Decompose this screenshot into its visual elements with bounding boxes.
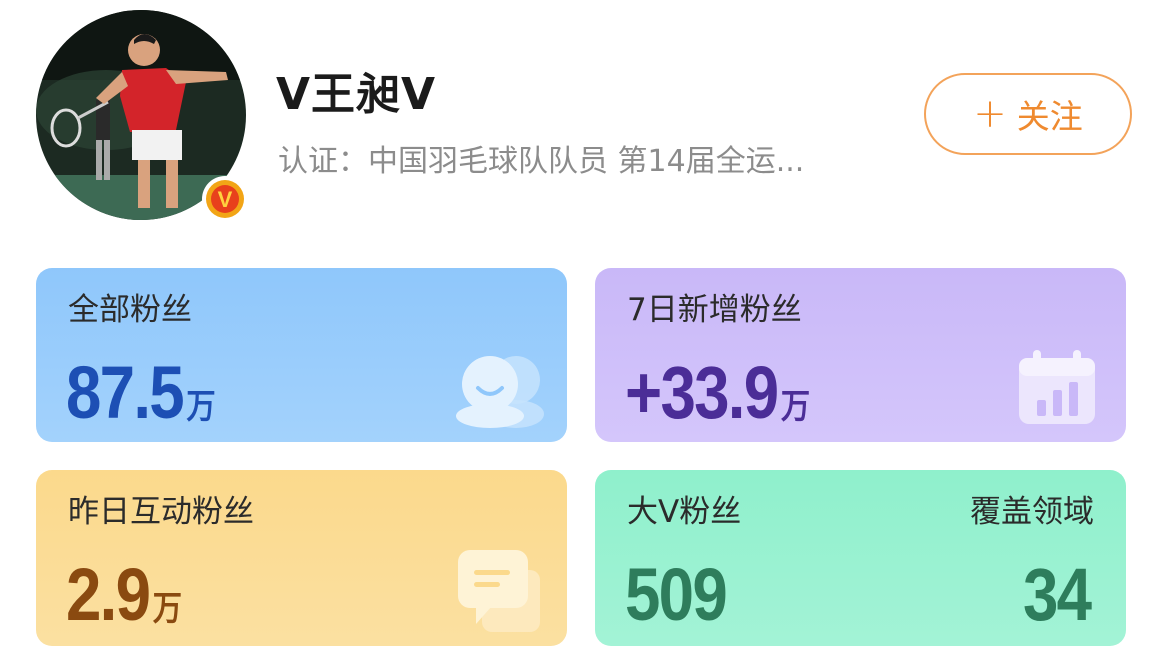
plus-icon: +	[973, 91, 1007, 137]
interactive-fans-card[interactable]: 昨日互动粉丝 2.9 万	[36, 470, 567, 646]
interactive-fans-label: 昨日互动粉丝	[68, 494, 254, 530]
big-v-fans-label: 大V粉丝	[627, 494, 742, 530]
new-fans-7d-card[interactable]: 7日新增粉丝 +33.9 万	[595, 268, 1126, 442]
coverage-fields-value: 34	[1022, 553, 1092, 636]
svg-text:V: V	[218, 187, 233, 212]
chat-bubble-icon	[458, 550, 540, 632]
verified-badge-icon: V	[200, 174, 250, 224]
fans-group-icon	[456, 356, 544, 428]
total-fans-value: 87.5 万	[66, 351, 216, 434]
certification-text: 认证：中国羽毛球队队员 第14届全运...	[278, 144, 805, 179]
big-v-fans-value: 509	[625, 553, 728, 636]
follow-label: 关注	[1016, 97, 1083, 136]
total-fans-card[interactable]: 全部粉丝 87.5 万	[36, 268, 567, 442]
coverage-fields-label: 覆盖领域	[970, 494, 1094, 530]
follow-button[interactable]: + 关注	[924, 73, 1132, 155]
calendar-chart-icon	[1019, 350, 1095, 424]
big-v-fans-card[interactable]: 大V粉丝 覆盖领域 509 34	[595, 470, 1126, 646]
profile-name: V王昶V	[276, 69, 437, 120]
new-fans-7d-label: 7日新增粉丝	[627, 292, 802, 328]
new-fans-7d-value: +33.9 万	[625, 351, 811, 434]
interactive-fans-value: 2.9 万	[66, 553, 182, 636]
total-fans-label: 全部粉丝	[68, 292, 192, 328]
